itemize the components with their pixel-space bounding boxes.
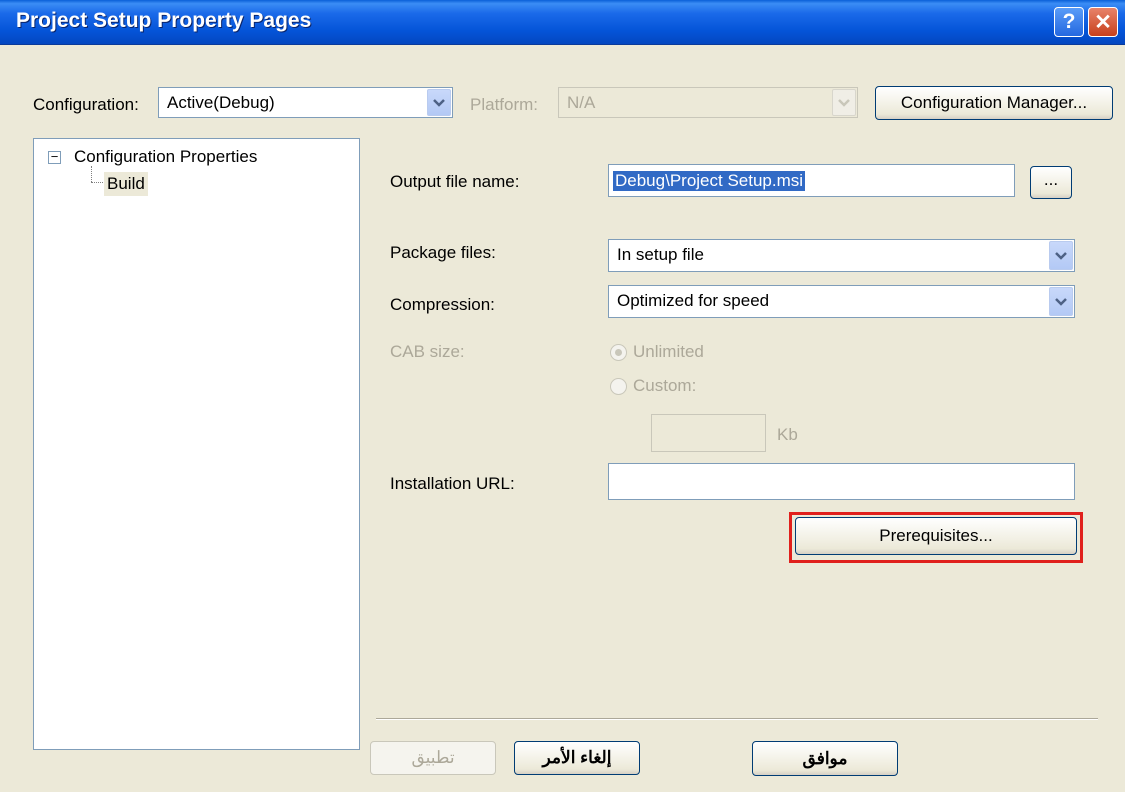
platform-value: N/A [567,93,596,112]
window-title: Project Setup Property Pages [16,9,312,32]
cab-size-label: CAB size: [390,342,465,361]
kb-label: Kb [777,425,798,444]
ok-button[interactable]: موافق [752,741,898,776]
installation-url-label: Installation URL: [390,474,515,493]
help-button[interactable]: ? [1054,7,1084,37]
compression-label: Compression: [390,295,495,314]
chevron-down-icon [832,89,856,116]
title-bar[interactable]: Project Setup Property Pages ? ✕ [0,0,1125,45]
property-pages-dialog: Project Setup Property Pages ? ✕ Configu… [0,0,1125,792]
configuration-manager-button[interactable]: Configuration Manager... [875,86,1113,120]
unlimited-label: Unlimited [633,342,704,361]
configuration-value: Active(Debug) [167,93,275,112]
package-files-label: Package files: [390,243,496,262]
configuration-combo[interactable]: Active(Debug) [158,87,453,118]
output-file-name-input[interactable]: Debug\Project Setup.msi [608,164,1015,197]
compression-value: Optimized for speed [617,291,770,310]
platform-label: Platform: [470,95,539,114]
browse-button[interactable]: ... [1030,166,1072,199]
custom-label: Custom: [633,376,697,395]
output-file-name-label: Output file name: [390,172,520,191]
tree-item-configuration-properties[interactable]: Configuration Properties [74,147,257,167]
apply-button: تطبيق [370,741,496,775]
package-files-combo[interactable]: In setup file [608,239,1075,272]
footer-separator [376,718,1098,720]
chevron-down-icon[interactable] [1049,241,1073,270]
installation-url-input[interactable] [608,463,1075,500]
settings-tree: − Configuration Properties Build [33,138,360,750]
prerequisites-button[interactable]: Prerequisites... [795,517,1077,555]
collapse-icon[interactable]: − [48,150,61,164]
platform-combo: N/A [558,87,858,118]
cancel-button[interactable]: إلغاء الأمر [514,741,640,775]
tree-connector [91,182,103,184]
package-files-value: In setup file [617,245,704,264]
tree-item-build[interactable]: Build [104,172,148,196]
configuration-label: Configuration: [33,95,139,114]
tree-connector [91,166,93,182]
unlimited-radio [610,344,627,361]
custom-size-input [651,414,766,452]
output-file-name-value: Debug\Project Setup.msi [613,171,806,191]
compression-combo[interactable]: Optimized for speed [608,285,1075,318]
custom-radio [610,378,627,395]
close-button[interactable]: ✕ [1088,7,1118,37]
chevron-down-icon[interactable] [427,89,451,116]
chevron-down-icon[interactable] [1049,287,1073,316]
